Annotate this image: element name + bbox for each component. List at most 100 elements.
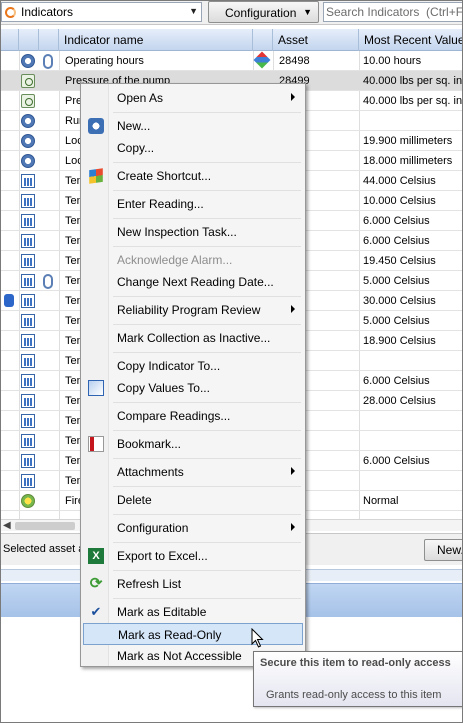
menu-item-label: Configuration <box>117 521 189 535</box>
chart-icon <box>21 194 35 208</box>
most-recent-value-cell: 10.000 Celsius <box>363 195 436 207</box>
excel-icon: X <box>88 548 104 564</box>
most-recent-value-cell: 6.000 Celsius <box>363 215 430 227</box>
chart-icon <box>21 474 35 488</box>
menu-item-export-to-excel[interactable]: X Export to Excel... <box>83 545 303 567</box>
new-indicator-icon <box>88 118 104 134</box>
menu-separator <box>113 112 301 113</box>
gauge-icon <box>21 94 35 108</box>
most-recent-value-cell: 18.000 millimeters <box>363 155 453 167</box>
menu-separator <box>113 598 301 599</box>
most-recent-value-cell: 5.000 Celsius <box>363 275 430 287</box>
column-header-most-recent-value[interactable]: Most Recent Value <box>359 29 462 51</box>
most-recent-value-cell <box>359 411 462 431</box>
context-menu: Open As New... Copy... Create Shortcut... En… <box>80 83 306 667</box>
most-recent-value-cell: 30.000 Celsius <box>363 295 436 307</box>
menu-item-enter-reading[interactable]: Enter Reading... <box>83 193 303 215</box>
menu-separator <box>113 296 301 297</box>
menu-item-new[interactable]: New... <box>83 115 303 137</box>
menu-item-label: Mark as Editable <box>117 605 207 619</box>
paperclip-icon[interactable] <box>43 274 53 289</box>
scrollbar-thumb[interactable] <box>15 522 75 530</box>
menu-item-mark-as-editable[interactable]: ✔ Mark as Editable <box>83 601 303 623</box>
configuration-button[interactable]: Configuration ▼ <box>208 1 319 23</box>
menu-item-reliability-program-review[interactable]: Reliability Program Review <box>83 299 303 321</box>
menu-item-bookmark[interactable]: Bookmark... <box>83 433 303 455</box>
menu-item-label: New Inspection Task... <box>117 225 237 239</box>
menu-item-refresh-list[interactable]: ⟳ Refresh List <box>83 573 303 595</box>
clock-icon <box>21 54 35 68</box>
menu-separator <box>113 162 301 163</box>
header-type-col <box>253 29 273 51</box>
menu-item-label: Copy Values To... <box>117 381 210 395</box>
most-recent-value-cell: 6.000 Celsius <box>363 455 430 467</box>
chart-icon <box>21 354 35 368</box>
indicator-type-dropdown[interactable]: Indicators ▼ <box>1 2 202 22</box>
tooltip-description: Grants read-only access to this item <box>266 689 442 701</box>
column-header-indicator-name[interactable]: Indicator name <box>59 29 253 51</box>
most-recent-value-cell: 19.450 Celsius <box>363 255 436 267</box>
menu-item-copy-indicator-to[interactable]: Copy Indicator To... <box>83 355 303 377</box>
windows-icon <box>89 168 103 184</box>
menu-item-mark-collection-as-inactive[interactable]: Mark Collection as Inactive... <box>83 327 303 349</box>
submenu-arrow-icon <box>291 93 295 101</box>
column-header-asset[interactable]: Asset <box>273 29 359 51</box>
scroll-left-icon[interactable]: ◀ <box>3 520 11 531</box>
menu-item-open-as[interactable]: Open As <box>83 87 303 109</box>
menu-item-copy-values-to[interactable]: Copy Values To... <box>83 377 303 399</box>
menu-item-label: Copy Indicator To... <box>117 359 221 373</box>
menu-item-change-next-reading-date[interactable]: Change Next Reading Date... <box>83 271 303 293</box>
most-recent-value-cell: Normal <box>363 495 399 507</box>
tooltip: Secure this item to read-only access Gra… <box>253 651 462 707</box>
menu-item-label: Mark Collection as Inactive... <box>117 331 271 345</box>
grid-header: Indicator name Asset Most Recent Value <box>1 29 462 51</box>
search-input[interactable] <box>324 3 462 21</box>
chart-icon <box>21 314 35 328</box>
indicator-name-cell: Operating hours <box>65 55 144 67</box>
menu-item-compare-readings[interactable]: Compare Readings... <box>83 405 303 427</box>
clock-icon <box>21 134 35 148</box>
asset-cell: 28498 <box>279 55 310 67</box>
chart-icon <box>21 174 35 188</box>
new-button[interactable]: New... <box>424 539 462 561</box>
most-recent-value-cell: 19.900 millimeters <box>363 135 453 147</box>
chart-icon <box>21 274 35 288</box>
menu-item-label: Refresh List <box>117 577 182 591</box>
menu-item-label: Copy... <box>117 141 155 155</box>
menu-separator <box>113 486 301 487</box>
header-attach-col <box>39 29 59 51</box>
menu-separator <box>113 402 301 403</box>
menu-item-copy[interactable]: Copy... <box>83 137 303 159</box>
chevron-down-icon: ▼ <box>303 7 312 17</box>
menu-separator <box>113 430 301 431</box>
menu-item-attachments[interactable]: Attachments <box>83 461 303 483</box>
most-recent-value-cell: 5.000 Celsius <box>363 315 430 327</box>
menu-item-mark-as-read-only[interactable]: Mark as Read-Only <box>83 623 303 645</box>
indicator-type-label: Indicators <box>21 5 74 19</box>
menu-separator <box>113 218 301 219</box>
menu-item-label: Export to Excel... <box>117 549 208 563</box>
search-box[interactable] <box>323 2 462 22</box>
paperclip-icon[interactable] <box>43 54 53 69</box>
most-recent-value-cell <box>359 431 462 451</box>
menu-item-label: Mark as Not Accessible <box>117 649 242 663</box>
most-recent-value-cell: 6.000 Celsius <box>363 235 430 247</box>
configuration-label: Configuration <box>225 6 297 20</box>
menu-item-create-shortcut[interactable]: Create Shortcut... <box>83 165 303 187</box>
chart-icon <box>21 374 35 388</box>
menu-item-configuration[interactable]: Configuration <box>83 517 303 539</box>
table-row[interactable]: Operating hours 28498 10.00 hours <box>1 51 462 71</box>
fire-indicator-icon <box>21 494 35 508</box>
most-recent-value-cell: 40.000 lbs per sq. inch <box>363 95 463 107</box>
chart-icon <box>21 454 35 468</box>
menu-item-label: New... <box>117 119 151 133</box>
menu-item-delete[interactable]: Delete <box>83 489 303 511</box>
chart-icon <box>21 214 35 228</box>
menu-item-label: Change Next Reading Date... <box>117 275 274 289</box>
menu-item-new-inspection-task[interactable]: New Inspection Task... <box>83 221 303 243</box>
menu-item-label: Delete <box>117 493 152 507</box>
most-recent-value-cell <box>359 471 462 491</box>
asset-cube-icon <box>253 51 271 69</box>
menu-separator <box>113 246 301 247</box>
menu-item-label: Reliability Program Review <box>117 303 261 317</box>
